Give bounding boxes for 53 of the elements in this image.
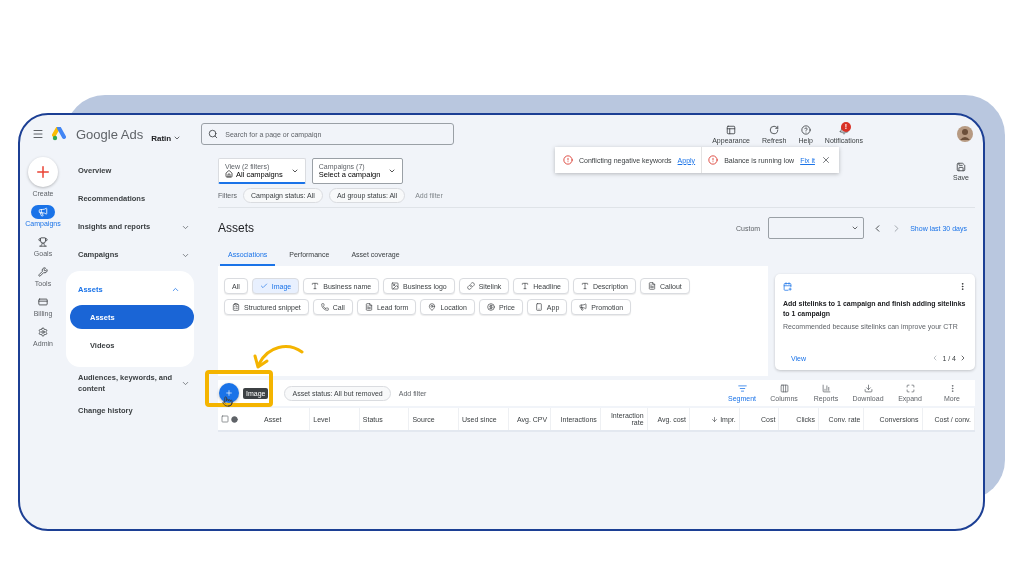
chart-icon [821,384,831,393]
plus-icon [34,163,52,181]
trophy-icon [38,237,48,247]
link-icon [466,282,475,290]
download-icon [863,384,873,393]
text-icon [521,282,530,290]
image-icon [391,282,400,290]
alert-icon [563,155,573,165]
sitelink-icon [783,282,792,291]
text-icon [311,282,320,290]
expand-icon [905,384,915,393]
card-icon [38,297,48,307]
home-icon [225,170,233,178]
megaphone-icon [579,303,588,311]
menu-icon[interactable] [32,128,44,140]
highlight-frame [205,370,273,407]
megaphone-icon [38,207,48,217]
phone-icon [320,303,329,311]
product-name: Google Ads [76,126,144,142]
location-icon [428,303,437,311]
check-icon [259,282,268,290]
sort-arrow-icon [711,415,719,423]
save-icon [956,161,966,172]
add-button[interactable] [219,383,239,403]
layout-icon [726,124,737,135]
segment-icon [737,384,747,393]
checkbox-icon[interactable] [221,415,229,423]
close-icon[interactable] [820,155,831,165]
form-icon [364,303,373,311]
more-icon[interactable] [958,282,967,291]
logo-icon [52,127,68,141]
document-icon [647,282,656,290]
alert-icon [708,155,719,165]
dot-icon [231,415,238,423]
caret-icon [851,224,860,232]
plus-icon [225,387,233,399]
hand-cursor-icon [222,396,233,407]
settings-icon [38,327,48,337]
refresh-icon [769,124,780,135]
help-icon [800,124,811,135]
phone-icon [534,303,543,311]
list-icon [232,303,240,311]
search-icon [208,129,219,139]
text-icon [580,282,589,290]
account-name[interactable]: Ratin [151,133,172,143]
avatar-icon[interactable] [957,126,973,142]
price-icon [486,303,495,311]
page-title: Assets [218,221,254,235]
tools-icon [38,267,48,277]
caret-icon[interactable] [173,134,182,142]
columns-icon [779,384,789,393]
next-icon[interactable] [959,354,967,362]
caret-icon [388,167,397,175]
